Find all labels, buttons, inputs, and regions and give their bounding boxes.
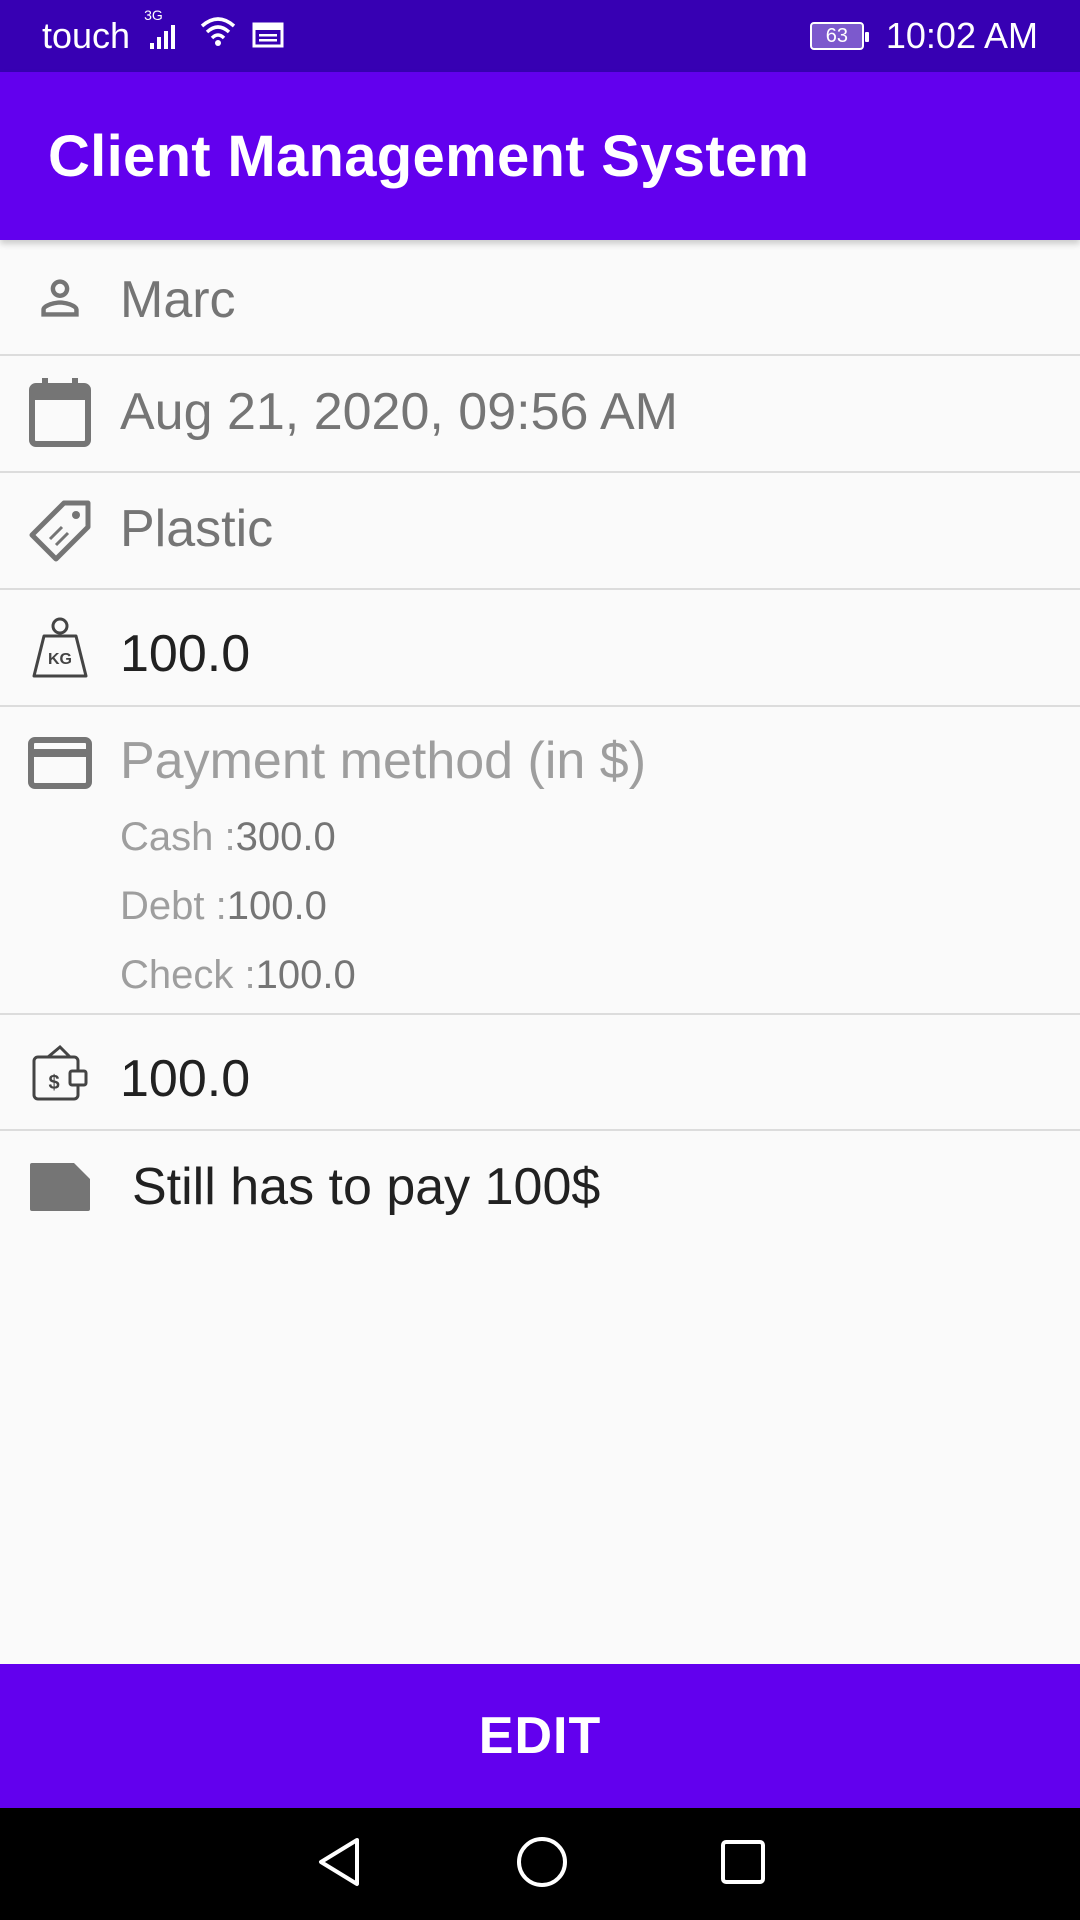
note-row: Still has to pay 100$ [0, 1131, 1080, 1241]
carrier-label: touch [42, 15, 131, 56]
check-line: Check :100.0 [120, 953, 356, 998]
person-icon [28, 266, 92, 330]
status-bar: touch 3G 63 10:02 AM [0, 0, 1080, 72]
wallet-dollar-icon: $ [28, 1041, 92, 1105]
name-row: Marc [0, 240, 1080, 356]
svg-text:KG: KG [48, 651, 72, 668]
balance-value: 100.0 [120, 1050, 251, 1108]
back-icon[interactable] [313, 1836, 365, 1893]
note-text: Still has to pay 100$ [132, 1158, 601, 1216]
cash-label: Cash : [120, 815, 236, 859]
material-row: Plastic [0, 473, 1080, 590]
battery-level: 63 [825, 24, 849, 47]
clock: 10:02 AM [885, 15, 1038, 56]
note-icon [28, 1155, 92, 1219]
svg-text:$: $ [48, 1072, 59, 1094]
calendar-notification-icon [252, 15, 284, 57]
debt-label: Debt : [120, 884, 227, 928]
status-left: touch 3G [42, 7, 284, 57]
check-value: 100.0 [255, 953, 356, 997]
network-type: 3G [144, 7, 163, 23]
navigation-bar [0, 1808, 1080, 1920]
debt-value: 100.0 [226, 884, 327, 928]
wifi-icon [198, 15, 238, 57]
weight-kg-icon: KG [28, 616, 92, 680]
status-right: 63 10:02 AM [809, 15, 1038, 57]
check-label: Check : [120, 953, 256, 997]
date-row: Aug 21, 2020, 09:56 AM [0, 356, 1080, 473]
app-title: Client Management System [48, 123, 810, 189]
client-name: Marc [120, 271, 236, 329]
edit-button[interactable]: EDIT [0, 1664, 1080, 1808]
weight-value: 100.0 [120, 625, 251, 683]
signal-icon: 3G [144, 7, 184, 51]
client-details: Marc Aug 21, 2020, 09:56 AM Plastic KG 1… [0, 240, 1080, 1241]
credit-card-icon [28, 731, 92, 795]
material-type: Plastic [120, 500, 274, 558]
app-bar: Client Management System [0, 72, 1080, 240]
weight-row: KG 100.0 [0, 590, 1080, 707]
transaction-date: Aug 21, 2020, 09:56 AM [120, 383, 678, 441]
balance-row: $ 100.0 [0, 1015, 1080, 1131]
recents-icon[interactable] [719, 1838, 767, 1891]
payment-row: Payment method (in $) Cash :300.0 Debt :… [0, 707, 1080, 1015]
debt-line: Debt :100.0 [120, 884, 327, 929]
tag-icon [28, 499, 92, 563]
payment-method-label: Payment method (in $) [120, 732, 647, 790]
cash-value: 300.0 [235, 815, 336, 859]
cash-line: Cash :300.0 [120, 815, 336, 860]
battery-icon: 63 [809, 22, 869, 50]
calendar-icon [28, 378, 92, 447]
home-icon[interactable] [515, 1835, 569, 1894]
